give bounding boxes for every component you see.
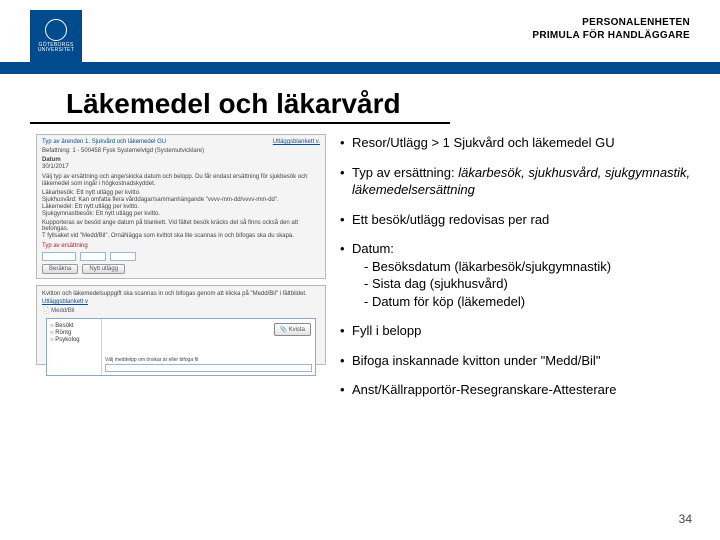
- bullet-4-sub1: - Besöksdatum (läkarbesök/sjukgymnastik): [352, 258, 710, 276]
- new-button: Nytt utlägg: [82, 264, 125, 274]
- befattning-line: Befattning: 1 - 500458 Fysk Systemelvtgd…: [42, 148, 320, 154]
- type-field: [42, 252, 76, 261]
- bullet-4-sub2: - Sista dag (sjukhusvård): [352, 275, 710, 293]
- instr-1: Välj typ av ersättning och ange/skicka d…: [42, 174, 320, 180]
- calc-button: Beräkna: [42, 264, 78, 274]
- dept-line-2: PRIMULA FÖR HANDLÄGGARE: [532, 29, 690, 42]
- header-divider: [0, 62, 720, 74]
- datum-value: 30/1/2017: [42, 164, 320, 170]
- ex-4: Sjukgymnastbesök: Ett nytt utlägg per kv…: [42, 211, 320, 217]
- attach-dialog: ○ Besökt ○ Röntg ○ Psykolog 📎 Kvista Väl…: [46, 318, 316, 376]
- university-logo: GÖTEBORGS UNIVERSITET: [30, 10, 82, 62]
- ex-1: Läkarbesök: Ett nytt utlägg per kvitto.: [42, 190, 320, 196]
- note-line: Kvitton och läkemedelsuppgift ska scanna…: [42, 291, 320, 297]
- medbil-label: Medd/Bil: [51, 308, 74, 314]
- form-screenshot-2: Kvitton och läkemedelsuppgift ska scanna…: [36, 285, 326, 365]
- content-row: Typ av ärenden 1. Sjukvård och läkemedel…: [0, 134, 720, 411]
- slide-header: GÖTEBORGS UNIVERSITET PERSONALENHETEN PR…: [0, 0, 720, 62]
- bullet-3: Ett besök/utlägg redovisas per rad: [340, 211, 710, 229]
- file-field: [105, 364, 312, 372]
- tab-link: Utläggsblankett v: [42, 299, 320, 305]
- page-number: 34: [679, 512, 692, 526]
- bullet-1: Resor/Utlägg > 1 Sjukvård och läkemedel …: [340, 134, 710, 152]
- datum-label: Datum: [42, 157, 61, 163]
- form-screenshot-1: Typ av ärenden 1. Sjukvård och läkemedel…: [36, 134, 326, 279]
- ex-3: Läkemedel: Ett nytt utlägg per kvitto.: [42, 204, 320, 210]
- date-field: [80, 252, 106, 261]
- screenshot-column: Typ av ärenden 1. Sjukvård och läkemedel…: [36, 134, 326, 411]
- dialog-bottom: Välj meddelpp om önskar är eller bifoga …: [105, 357, 312, 363]
- bullet-6: Bifoga inskannade kvitton under "Medd/Bi…: [340, 352, 710, 370]
- ex-2: Sjukhusvård: Kan omfatta flera vårddagar…: [42, 197, 320, 203]
- attach-button: 📎 Kvista: [274, 323, 311, 336]
- bullet-4: Datum: - Besöksdatum (läkarbesök/sjukgym…: [340, 240, 710, 310]
- section-label: Typ av ersättning: [42, 243, 320, 249]
- radio-1: ○ Besökt: [50, 323, 98, 329]
- page-title: Läkemedel och läkarvård: [30, 74, 450, 124]
- kopp-1: Kupporteras av besöd ange datum på blank…: [42, 220, 320, 232]
- bullet-2: Typ av ersättning: läkarbesök, sjukhusvå…: [340, 164, 710, 199]
- kopp-2: T fyllsaket vid "Medd/Bil". OrnäNägga so…: [42, 233, 320, 239]
- header-right: PERSONALENHETEN PRIMULA FÖR HANDLÄGGARE: [532, 10, 690, 42]
- bullet-4-sub3: - Datum för köp (läkemedel): [352, 293, 710, 311]
- bullet-5: Fyll i belopp: [340, 322, 710, 340]
- bullet-7: Anst/Källrapportör-Resegranskare-Atteste…: [340, 381, 710, 399]
- radio-3: ○ Psykolog: [50, 337, 98, 343]
- logo-text-2: UNIVERSITET: [38, 48, 74, 54]
- seal-icon: [45, 19, 67, 41]
- dept-line-1: PERSONALENHETEN: [532, 16, 690, 29]
- radio-2: ○ Röntg: [50, 330, 98, 336]
- instr-2: läkemedel som ingår i högkostnadskyddet.: [42, 181, 320, 187]
- breadcrumb: Typ av ärenden 1. Sjukvård och läkemedel…: [42, 139, 166, 145]
- bullet-list: Resor/Utlägg > 1 Sjukvård och läkemedel …: [340, 134, 710, 411]
- breadcrumb-link: Utläggsblankett v.: [273, 139, 320, 145]
- amount-field: [110, 252, 136, 261]
